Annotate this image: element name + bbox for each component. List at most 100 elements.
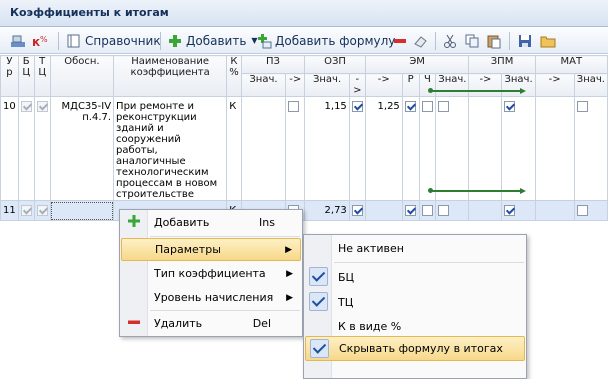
em-r-checkbox[interactable] — [421, 101, 433, 112]
pz-value-cell[interactable] — [240, 96, 287, 201]
zpm-arrow-checkbox[interactable] — [504, 101, 516, 112]
table-row[interactable]: 10 МДС35-IV п.4.7. При ремонте и реконст… — [0, 96, 608, 201]
ozp-value[interactable]: 2,73 — [304, 200, 350, 221]
col-header-em-r[interactable]: Р — [401, 73, 420, 97]
paste-icon — [486, 33, 502, 49]
col-header-em-value[interactable]: Знач. — [435, 73, 470, 97]
percent-k-button[interactable]: к% — [32, 30, 48, 51]
add-button[interactable]: Добавить ▼ — [167, 30, 258, 51]
folder-icon — [540, 33, 556, 49]
col-header-ozp[interactable]: ОЗП — [304, 55, 366, 74]
check-icon — [309, 292, 328, 311]
reference-button[interactable]: Справочник — [66, 30, 161, 51]
col-header-zpm[interactable]: ЗПМ — [468, 55, 536, 74]
col-header-name[interactable]: Наименование коэффициента — [113, 55, 228, 97]
submenu-arrow-icon: ▶ — [286, 268, 293, 279]
add-formula-icon — [256, 33, 272, 49]
mat-arrow-checkbox[interactable] — [576, 204, 588, 216]
zpm-value-cell[interactable] — [534, 96, 575, 201]
menu-item-coef-type[interactable]: Тип коэффициента ▶ — [121, 262, 301, 285]
em-value[interactable] — [364, 200, 403, 221]
copy-icon — [464, 33, 480, 49]
zpm-value-cell[interactable] — [534, 200, 575, 221]
menu-item-accrual-level[interactable]: Уровень начисления ▶ — [121, 286, 301, 309]
window-title: Коэффициенты к итогам — [0, 0, 608, 27]
col-header-mat[interactable]: МАТ — [534, 55, 608, 74]
mat-arrow-checkbox[interactable] — [576, 101, 588, 112]
col-header-em[interactable]: ЭМ — [364, 55, 470, 74]
bc-checkbox[interactable] — [20, 101, 32, 112]
formula-link-line — [428, 88, 526, 94]
edit-icon — [10, 33, 26, 49]
context-menu: Добавить Ins Параметры ▶ Тип коэффициент… — [119, 209, 303, 337]
col-header-mat-value[interactable]: Знач. — [573, 73, 608, 97]
svg-text:к: к — [32, 35, 40, 49]
submenu-item-inactive[interactable]: Не активен — [305, 237, 525, 260]
col-header-zpm-value[interactable]: Знач. — [501, 73, 536, 97]
row-obosn[interactable] — [49, 200, 115, 221]
em-value[interactable]: 1,25 — [364, 96, 403, 201]
em-znach-cell[interactable] — [468, 200, 503, 221]
row-name[interactable]: При ремонте и реконструкции зданий и соо… — [113, 96, 228, 201]
submenu-item-tc[interactable]: ТЦ — [305, 289, 525, 315]
col-header-bc[interactable]: Б Ц — [17, 55, 35, 97]
submenu-item-hide-formula[interactable]: Скрывать формулу в итогах — [305, 336, 525, 361]
col-header-obosn[interactable]: Обосн. — [49, 55, 115, 97]
paste-button[interactable] — [486, 30, 502, 51]
delete-button[interactable] — [392, 30, 408, 51]
submenu-item-bc[interactable]: БЦ — [305, 264, 525, 290]
em-ch-checkbox[interactable] — [438, 204, 450, 216]
plus-icon — [128, 215, 140, 230]
ozp-value[interactable]: 1,15 — [304, 96, 350, 201]
formula-link-line — [428, 188, 526, 194]
col-header-kpct[interactable]: К % — [226, 55, 242, 97]
col-header-pz-value[interactable]: Знач. — [240, 73, 287, 97]
row-k[interactable]: К — [226, 96, 242, 201]
tc-checkbox[interactable] — [36, 204, 48, 216]
bc-checkbox[interactable] — [20, 204, 32, 216]
zpm-arrow-checkbox[interactable] — [504, 204, 516, 216]
menu-item-delete[interactable]: Удалить Del — [121, 312, 301, 335]
add-formula-button[interactable]: Добавить формулу — [256, 30, 395, 51]
check-icon — [309, 267, 328, 286]
open-button[interactable] — [540, 30, 556, 51]
table-row-selected[interactable]: 11 К 2,73 — [0, 200, 608, 221]
em-r-checkbox[interactable] — [421, 204, 433, 216]
tc-checkbox[interactable] — [36, 101, 48, 112]
col-header-ozp-arrow[interactable]: -> — [348, 73, 366, 97]
eraser-button[interactable] — [412, 30, 428, 51]
col-header-pz-arrow[interactable]: -> — [285, 73, 306, 97]
save-button[interactable] — [517, 30, 533, 51]
em-znach-cell[interactable] — [468, 96, 503, 201]
add-label: Добавить — [186, 33, 247, 48]
col-header-em-arrow[interactable]: -> — [364, 73, 403, 97]
ozp-arrow-checkbox[interactable] — [351, 204, 363, 216]
col-header-mat-arrow[interactable]: -> — [534, 73, 575, 97]
row-obosn[interactable]: МДС35-IV п.4.7. — [49, 96, 115, 201]
minus-icon — [392, 33, 408, 49]
plus-icon — [167, 33, 183, 49]
parameters-submenu: Не активен БЦ ТЦ К в виде % Скрывать фор… — [303, 234, 527, 379]
submenu-item-k-percent[interactable]: К в виде % — [305, 315, 525, 337]
ozp-arrow-checkbox[interactable] — [351, 101, 363, 112]
col-header-tc[interactable]: Т Ц — [33, 55, 51, 97]
em-arrow-checkbox[interactable] — [404, 101, 416, 112]
em-ch-checkbox[interactable] — [438, 101, 450, 112]
coefficients-grid: У р Б Ц Т Ц Обосн. Наименование коэффици… — [0, 55, 608, 221]
col-header-em-ch[interactable]: Ч — [418, 73, 437, 97]
menu-item-parameters[interactable]: Параметры ▶ — [121, 238, 301, 261]
col-header-ur[interactable]: У р — [0, 55, 19, 97]
col-header-ozp-value[interactable]: Знач. — [304, 73, 350, 97]
col-header-pz[interactable]: ПЗ — [240, 55, 306, 74]
submenu-arrow-icon: ▶ — [286, 292, 293, 303]
minus-icon — [128, 316, 140, 331]
col-header-zpm-arrow[interactable]: -> — [468, 73, 503, 97]
edit-tool-button[interactable] — [10, 30, 26, 51]
menu-item-add[interactable]: Добавить Ins — [121, 211, 301, 234]
cut-button[interactable] — [442, 30, 458, 51]
pz-arrow-checkbox[interactable] — [288, 101, 300, 112]
check-icon — [310, 339, 329, 358]
copy-button[interactable] — [464, 30, 480, 51]
em-arrow-checkbox[interactable] — [404, 204, 416, 216]
submenu-arrow-icon: ▶ — [285, 244, 292, 255]
